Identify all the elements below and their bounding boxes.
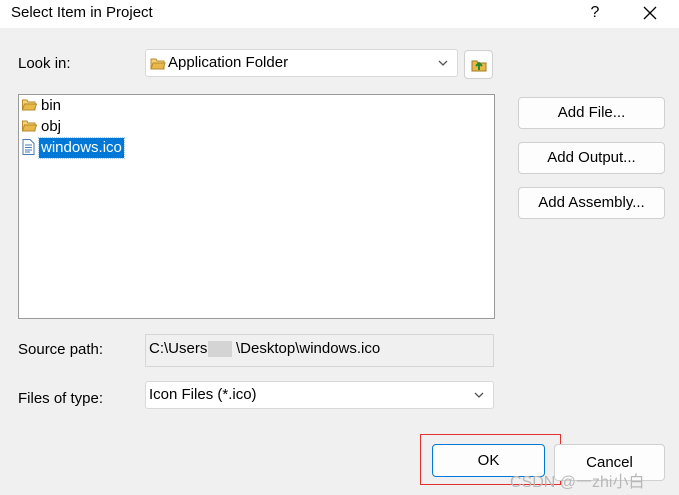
dialog-title: Select Item in Project — [11, 4, 153, 21]
close-icon — [643, 6, 657, 20]
files-of-type-dropdown[interactable]: Icon Files (*.ico) — [145, 381, 494, 409]
look-in-value: Application Folder — [168, 54, 289, 71]
folder-up-icon — [471, 60, 486, 72]
source-path-field[interactable]: C:\Users \Desktop\windows.ico — [145, 334, 494, 367]
look-in-label: Look in: — [18, 55, 71, 72]
look-in-dropdown[interactable]: Application Folder — [145, 49, 458, 77]
help-button[interactable]: ? — [584, 2, 606, 24]
file-list[interactable]: bin obj windows.ico — [18, 94, 495, 319]
open-folder-icon — [150, 58, 166, 70]
file-icon — [22, 139, 35, 155]
close-button[interactable] — [638, 2, 662, 24]
up-one-level-button[interactable] — [464, 50, 493, 79]
source-path-suffix: \Desktop\windows.ico — [236, 340, 381, 357]
add-output-button[interactable]: Add Output... — [518, 142, 665, 174]
add-assembly-button[interactable]: Add Assembly... — [518, 187, 665, 219]
folder-icon — [22, 99, 37, 111]
source-path-label: Source path: — [18, 341, 104, 358]
list-item-label: windows.ico — [38, 137, 125, 159]
chevron-down-icon — [438, 60, 448, 66]
list-item-label: bin — [41, 97, 62, 114]
list-item-label: obj — [41, 118, 62, 135]
folder-icon — [22, 120, 37, 132]
add-file-button[interactable]: Add File... — [518, 97, 665, 129]
files-of-type-value: Icon Files (*.ico) — [149, 386, 257, 403]
chevron-down-icon — [474, 392, 484, 398]
redacted-username — [208, 341, 232, 357]
files-of-type-label: Files of type: — [18, 390, 104, 407]
watermark-text: CSDN @一zhi小白 — [510, 474, 645, 491]
source-path-prefix: C:\Users — [149, 340, 208, 357]
